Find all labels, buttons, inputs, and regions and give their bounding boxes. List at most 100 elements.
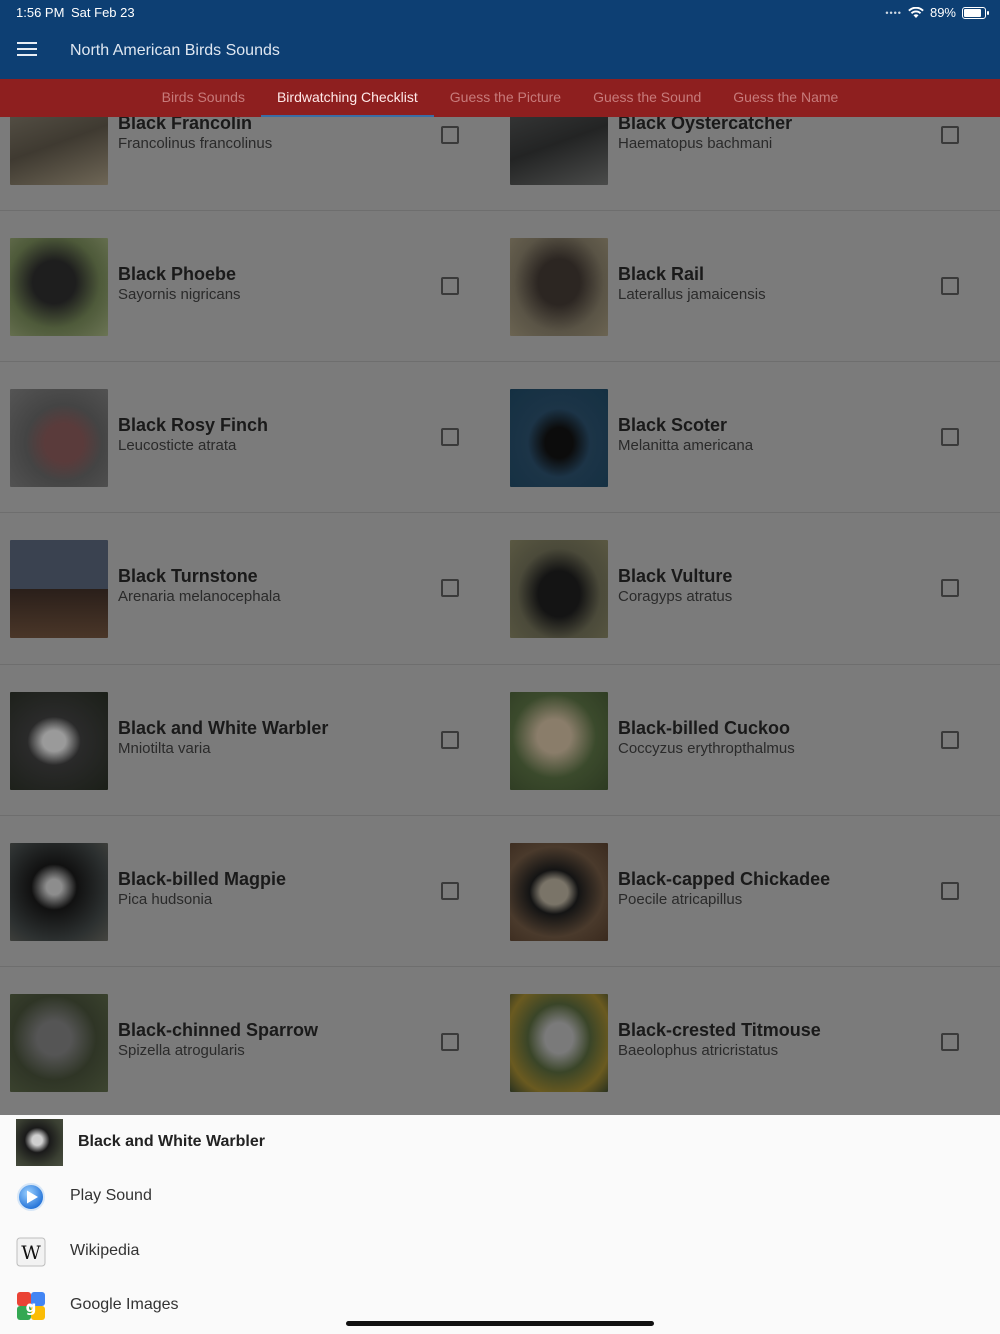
tab-bar: Birds Sounds Birdwatching Checklist Gues… [0, 79, 1000, 117]
app-bar: North American Birds Sounds [0, 24, 1000, 79]
bird-card[interactable]: Black Rosy Finch Leucosticte atrata [0, 361, 500, 512]
bird-card[interactable]: Black Rail Laterallus jamaicensis [500, 210, 1000, 361]
bird-scientific-name: Sayornis nigricans [118, 286, 241, 303]
bird-photo [510, 540, 608, 638]
bird-scientific-name: Pica hudsonia [118, 891, 213, 908]
battery-level [964, 8, 981, 17]
bird-card[interactable]: Black Scoter Melanitta americana [500, 361, 1000, 512]
status-time: 1:56 PM [16, 5, 65, 20]
bird-scientific-name: Arenaria melanocephala [118, 588, 281, 605]
wifi-icon [908, 6, 924, 18]
bird-card[interactable]: Black Francolin Francolinus francolinus [0, 117, 500, 210]
bird-scientific-name: Haematopus bachmani [618, 135, 773, 152]
home-indicator[interactable] [346, 1321, 654, 1326]
bird-name: Black Oystercatcher [618, 117, 793, 133]
tab-birds-sounds[interactable]: Birds Sounds [146, 79, 261, 117]
bird-photo [10, 117, 108, 185]
tab-guess-the-name[interactable]: Guess the Name [717, 79, 854, 117]
bird-name: Black-capped Chickadee [618, 869, 831, 889]
bird-card[interactable]: Black-crested Titmouse Baeolophus atricr… [500, 966, 1000, 1115]
tab-birdwatching-checklist[interactable]: Birdwatching Checklist [260, 79, 434, 117]
bird-scientific-name: Francolinus francolinus [118, 135, 273, 152]
battery-percent: 89% [929, 5, 956, 20]
bird-name: Black Rail [618, 264, 705, 284]
bird-scientific-name: Spizella atrogularis [118, 1042, 245, 1059]
sheet-title: Black and White Warbler [78, 1133, 265, 1150]
tab-guess-the-picture[interactable]: Guess the Picture [434, 79, 577, 117]
bird-photo [510, 389, 608, 487]
play-sound-button[interactable]: Play Sound [0, 1170, 1000, 1224]
bird-name: Black Vulture [618, 566, 733, 586]
bird-card[interactable]: Black Phoebe Sayornis nigricans [0, 210, 500, 361]
selected-bird-photo [16, 1119, 63, 1166]
checklist-checkbox[interactable] [441, 579, 459, 597]
bird-name: Black Turnstone [118, 566, 258, 586]
checklist-checkbox[interactable] [941, 126, 959, 144]
wikipedia-icon: W [16, 1237, 46, 1267]
bird-photo [10, 389, 108, 487]
app-title: North American Birds Sounds [70, 42, 280, 59]
status-date: Sat Feb 23 [71, 5, 135, 20]
bird-scientific-name: Melanitta americana [618, 437, 754, 454]
bird-card[interactable]: Black Vulture Coragyps atratus [500, 512, 1000, 663]
bird-card[interactable]: Black-billed Cuckoo Coccyzus erythroptha… [500, 664, 1000, 815]
bird-photo [10, 994, 108, 1092]
battery-icon [962, 6, 989, 19]
checklist-checkbox[interactable] [441, 1033, 459, 1051]
bird-photo [10, 843, 108, 941]
bird-scientific-name: Leucosticte atrata [118, 437, 237, 454]
bird-name: Black Francolin [118, 117, 253, 133]
bird-photo [10, 692, 108, 790]
bird-card[interactable]: Black-billed Magpie Pica hudsonia [0, 815, 500, 966]
bird-name: Black Scoter [618, 415, 728, 435]
svg-text:W: W [21, 1242, 41, 1264]
bird-name: Black-crested Titmouse [618, 1020, 821, 1040]
checklist-checkbox[interactable] [441, 126, 459, 144]
bird-name: Black and White Warbler [118, 718, 329, 738]
bird-photo [510, 238, 608, 336]
checklist-checkbox[interactable] [441, 277, 459, 295]
bird-photo [10, 540, 108, 638]
bird-photo [510, 994, 608, 1092]
checklist-checkbox[interactable] [941, 1033, 959, 1051]
status-bar: 1:56 PM Sat Feb 23 •••• 89% [0, 0, 1000, 24]
checklist-checkbox[interactable] [941, 731, 959, 749]
bird-photo [510, 692, 608, 790]
checklist-checkbox[interactable] [441, 731, 459, 749]
bird-card[interactable]: Black-chinned Sparrow Spizella atrogular… [0, 966, 500, 1115]
bird-name: Black-billed Magpie [118, 869, 287, 889]
status-indicators: •••• 89% [885, 5, 989, 20]
bird-name: Black Phoebe [118, 264, 237, 284]
bird-name: Black-chinned Sparrow [118, 1020, 319, 1040]
google-images-label: Google Images [70, 1296, 179, 1313]
bird-card[interactable]: Black-capped Chickadee Poecile atricapil… [500, 815, 1000, 966]
bird-name: Black-billed Cuckoo [618, 718, 791, 738]
checklist-grid: Black Francolin Francolinus francolinus … [0, 117, 1000, 1115]
tab-guess-the-sound[interactable]: Guess the Sound [577, 79, 717, 117]
checklist-checkbox[interactable] [941, 882, 959, 900]
bird-photo [510, 117, 608, 185]
play-sound-label: Play Sound [70, 1187, 152, 1204]
bird-scientific-name: Coccyzus erythropthalmus [618, 740, 795, 757]
hamburger-menu-icon[interactable] [17, 42, 37, 58]
checklist-checkbox[interactable] [941, 428, 959, 446]
bird-photo [510, 843, 608, 941]
wikipedia-button[interactable]: W Wikipedia [0, 1225, 1000, 1279]
bird-card[interactable]: Black and White Warbler Mniotilta varia [0, 664, 500, 815]
bird-scientific-name: Laterallus jamaicensis [618, 286, 766, 303]
bird-scientific-name: Poecile atricapillus [618, 891, 743, 908]
checklist-checkbox[interactable] [941, 277, 959, 295]
play-sound-icon [17, 1183, 45, 1211]
bird-card[interactable]: Black Turnstone Arenaria melanocephala [0, 512, 500, 663]
bird-scientific-name: Coragyps atratus [618, 588, 733, 605]
bird-photo [10, 238, 108, 336]
signal-icon: •••• [885, 7, 902, 18]
checklist-checkbox[interactable] [941, 579, 959, 597]
bird-action-sheet: Black and White Warbler Play Sound W Wik… [0, 1115, 1000, 1334]
checklist-checkbox[interactable] [441, 428, 459, 446]
bird-name: Black Rosy Finch [118, 415, 269, 435]
google-images-icon: g [17, 1292, 45, 1320]
wikipedia-label: Wikipedia [70, 1242, 140, 1259]
bird-card[interactable]: Black Oystercatcher Haematopus bachmani [500, 117, 1000, 210]
checklist-checkbox[interactable] [441, 882, 459, 900]
